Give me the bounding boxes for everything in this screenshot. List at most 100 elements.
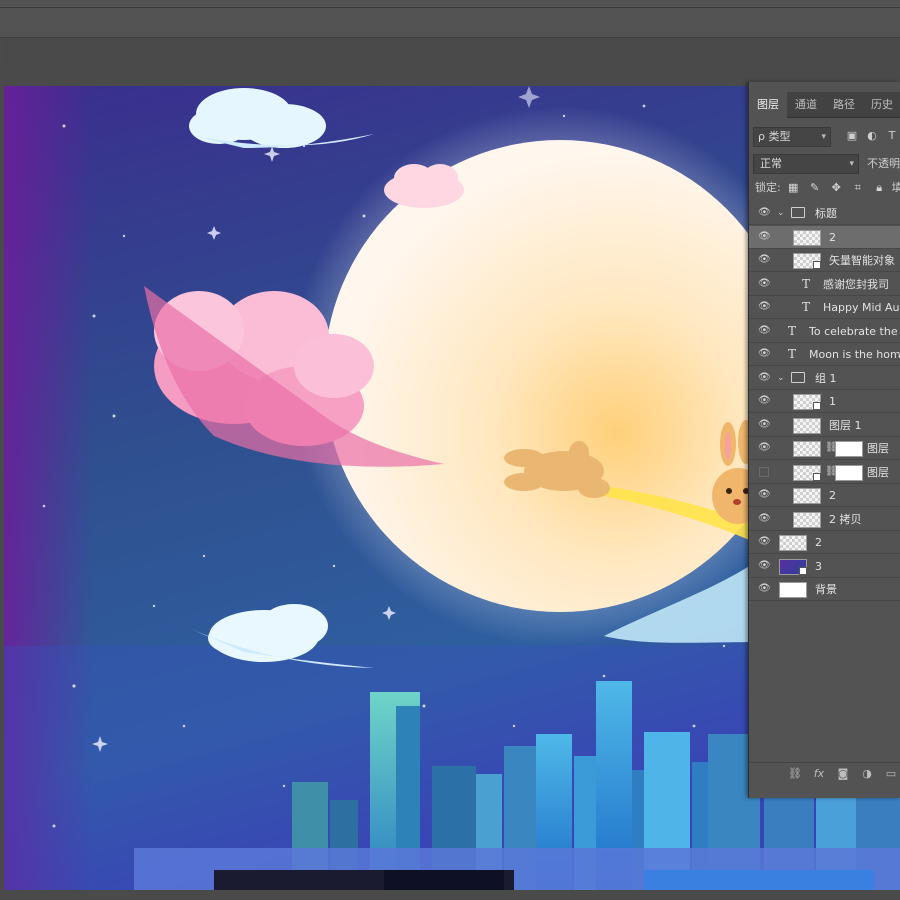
chevron-down-icon[interactable]: ⌄ bbox=[777, 371, 785, 385]
layer-row[interactable]: 👁︎ 2 bbox=[749, 484, 900, 507]
opacity-label[interactable]: 不透明 bbox=[867, 154, 900, 174]
visibility-eye-icon[interactable]: 👁︎ bbox=[758, 207, 771, 219]
layer-row[interactable]: 👁︎ 2 bbox=[749, 226, 900, 249]
visibility-eye-icon[interactable]: 👁︎ bbox=[758, 278, 771, 290]
layer-row[interactable]: 👁︎ 2 拷贝 bbox=[749, 508, 900, 531]
tab-paths[interactable]: 路径 bbox=[825, 92, 863, 118]
document-tab-bar bbox=[4, 38, 900, 66]
layer-row[interactable]: 👁︎ 图层 1 bbox=[749, 414, 900, 437]
layer-row[interactable]: 👁︎ T Moon is the hom bbox=[749, 343, 900, 366]
layer-name: 矢量智能对象 bbox=[829, 254, 895, 267]
visibility-eye-icon[interactable]: 👁︎ bbox=[758, 442, 771, 454]
layer-row[interactable]: ⛓ 图层 bbox=[749, 461, 900, 484]
layer-thumbnail bbox=[793, 465, 821, 481]
visibility-eye-icon[interactable]: 👁︎ bbox=[758, 395, 771, 407]
layer-row[interactable]: 👁︎ ⛓ 图层 bbox=[749, 437, 900, 460]
layer-row[interactable]: 👁︎ T Happy Mid Au bbox=[749, 296, 900, 319]
adjustment-icon[interactable]: ◑ bbox=[859, 767, 875, 780]
blend-mode-label: 正常 bbox=[760, 157, 782, 170]
visibility-eye-icon[interactable]: 👁︎ bbox=[758, 348, 771, 360]
text-layer-icon: T bbox=[801, 277, 810, 291]
layer-row[interactable]: 👁︎ 背景 bbox=[749, 578, 900, 601]
layer-name: 图层 bbox=[867, 466, 889, 479]
menu-bar bbox=[0, 0, 900, 8]
lock-image-icon[interactable]: ✎ bbox=[806, 178, 824, 198]
visibility-eye-icon[interactable]: 👁︎ bbox=[758, 372, 771, 384]
layer-group-row[interactable]: 👁︎ ⌄ 组 1 bbox=[749, 367, 900, 390]
layer-thumbnail bbox=[793, 512, 821, 528]
tab-history[interactable]: 历史 bbox=[863, 92, 900, 118]
layer-name: 图层 1 bbox=[829, 419, 862, 432]
text-layer-icon: T bbox=[787, 347, 796, 361]
layer-thumbnail bbox=[793, 230, 821, 246]
visibility-eye-icon[interactable]: 👁︎ bbox=[758, 489, 771, 501]
tab-layers[interactable]: 图层 bbox=[749, 92, 787, 118]
layer-group-row[interactable]: 👁︎ ⌄ 标题 bbox=[749, 202, 900, 225]
layer-name: 2 bbox=[829, 231, 836, 244]
layer-name: 1 bbox=[829, 395, 836, 408]
layer-row[interactable]: 👁︎ T To celebrate the bbox=[749, 320, 900, 343]
lock-artboard-icon[interactable]: ⌗ bbox=[849, 178, 867, 198]
adjustment-filter-icon[interactable]: ◐ bbox=[865, 129, 879, 143]
visibility-eye-icon[interactable] bbox=[759, 467, 769, 477]
options-bar bbox=[0, 8, 900, 38]
mask-icon[interactable]: ◙ bbox=[835, 767, 851, 780]
visibility-eye-icon[interactable]: 👁︎ bbox=[758, 301, 771, 313]
folder-icon bbox=[791, 207, 805, 218]
fx-icon[interactable]: fx bbox=[811, 767, 827, 780]
smart-object-icon bbox=[799, 567, 807, 575]
chevron-down-icon[interactable]: ⌄ bbox=[777, 206, 785, 220]
layer-thumbnail bbox=[793, 488, 821, 504]
layer-thumbnail bbox=[793, 394, 821, 410]
layer-name: 2 bbox=[829, 489, 836, 502]
layer-row[interactable]: 👁︎ 1 bbox=[749, 390, 900, 413]
layer-name: 背景 bbox=[815, 583, 837, 596]
layers-panel: 图层 通道 路径 历史 ρ 类型 ▾ ▣ ◐ T 正常 ▾ 不透明 锁定: ▦ … bbox=[748, 82, 900, 798]
layer-thumbnail bbox=[793, 253, 821, 269]
layer-filter-row: ρ 类型 ▾ ▣ ◐ T bbox=[753, 127, 900, 147]
folder-icon bbox=[791, 372, 805, 383]
layer-name: Moon is the hom bbox=[809, 348, 900, 361]
layer-name: To celebrate the bbox=[809, 325, 898, 338]
lock-all-icon[interactable]: 🔒︎ bbox=[870, 178, 888, 198]
layer-name: 图层 bbox=[867, 442, 889, 455]
pixel-filter-icon[interactable]: ▣ bbox=[845, 129, 859, 143]
visibility-eye-icon[interactable]: 👁︎ bbox=[758, 513, 771, 525]
layer-name: Happy Mid Au bbox=[823, 301, 900, 314]
layer-name: 2 拷贝 bbox=[829, 513, 862, 526]
visibility-eye-icon[interactable]: 👁︎ bbox=[758, 536, 771, 548]
lock-row: 锁定: ▦ ✎ ✥ ⌗ 🔒︎ 填 bbox=[755, 178, 900, 198]
visibility-eye-icon[interactable]: 👁︎ bbox=[758, 583, 771, 595]
folder-icon[interactable]: ▭ bbox=[883, 767, 899, 780]
panel-tab-bar: 图层 通道 路径 历史 bbox=[749, 92, 900, 118]
tab-channels[interactable]: 通道 bbox=[787, 92, 825, 118]
lock-position-icon[interactable]: ✥ bbox=[827, 178, 845, 198]
filter-kind-select[interactable]: ρ 类型 ▾ bbox=[753, 127, 831, 147]
layer-mask-thumbnail[interactable] bbox=[835, 465, 863, 481]
text-layer-icon: T bbox=[801, 300, 810, 314]
layer-row[interactable]: 👁︎ 3 bbox=[749, 555, 900, 578]
layer-row[interactable]: 👁︎ 矢量智能对象 bbox=[749, 249, 900, 272]
text-layer-icon: T bbox=[787, 324, 796, 338]
link-icon[interactable]: ⛓ bbox=[787, 767, 803, 780]
visibility-eye-icon[interactable]: 👁︎ bbox=[758, 231, 771, 243]
text-filter-icon[interactable]: T bbox=[885, 129, 899, 143]
layer-name: 3 bbox=[815, 560, 822, 573]
chevron-down-icon: ▾ bbox=[849, 159, 854, 169]
visibility-eye-icon[interactable]: 👁︎ bbox=[758, 419, 771, 431]
chevron-down-icon: ▾ bbox=[821, 132, 826, 142]
lock-transparent-icon[interactable]: ▦ bbox=[784, 178, 802, 198]
visibility-eye-icon[interactable]: 👁︎ bbox=[758, 560, 771, 572]
layer-thumbnail bbox=[779, 535, 807, 551]
blend-mode-select[interactable]: 正常 ▾ bbox=[753, 154, 859, 174]
smart-object-icon bbox=[813, 261, 821, 269]
layer-name: 组 1 bbox=[815, 372, 837, 385]
layer-mask-thumbnail[interactable] bbox=[835, 441, 863, 457]
visibility-eye-icon[interactable]: 👁︎ bbox=[758, 325, 771, 337]
layer-row[interactable]: 👁︎ 2 bbox=[749, 531, 900, 554]
moon bbox=[324, 140, 796, 612]
visibility-eye-icon[interactable]: 👁︎ bbox=[758, 254, 771, 266]
layer-row[interactable]: 👁︎ T 感谢您封我司 bbox=[749, 273, 900, 296]
fill-label[interactable]: 填 bbox=[892, 181, 900, 194]
layer-thumbnail bbox=[793, 441, 821, 457]
